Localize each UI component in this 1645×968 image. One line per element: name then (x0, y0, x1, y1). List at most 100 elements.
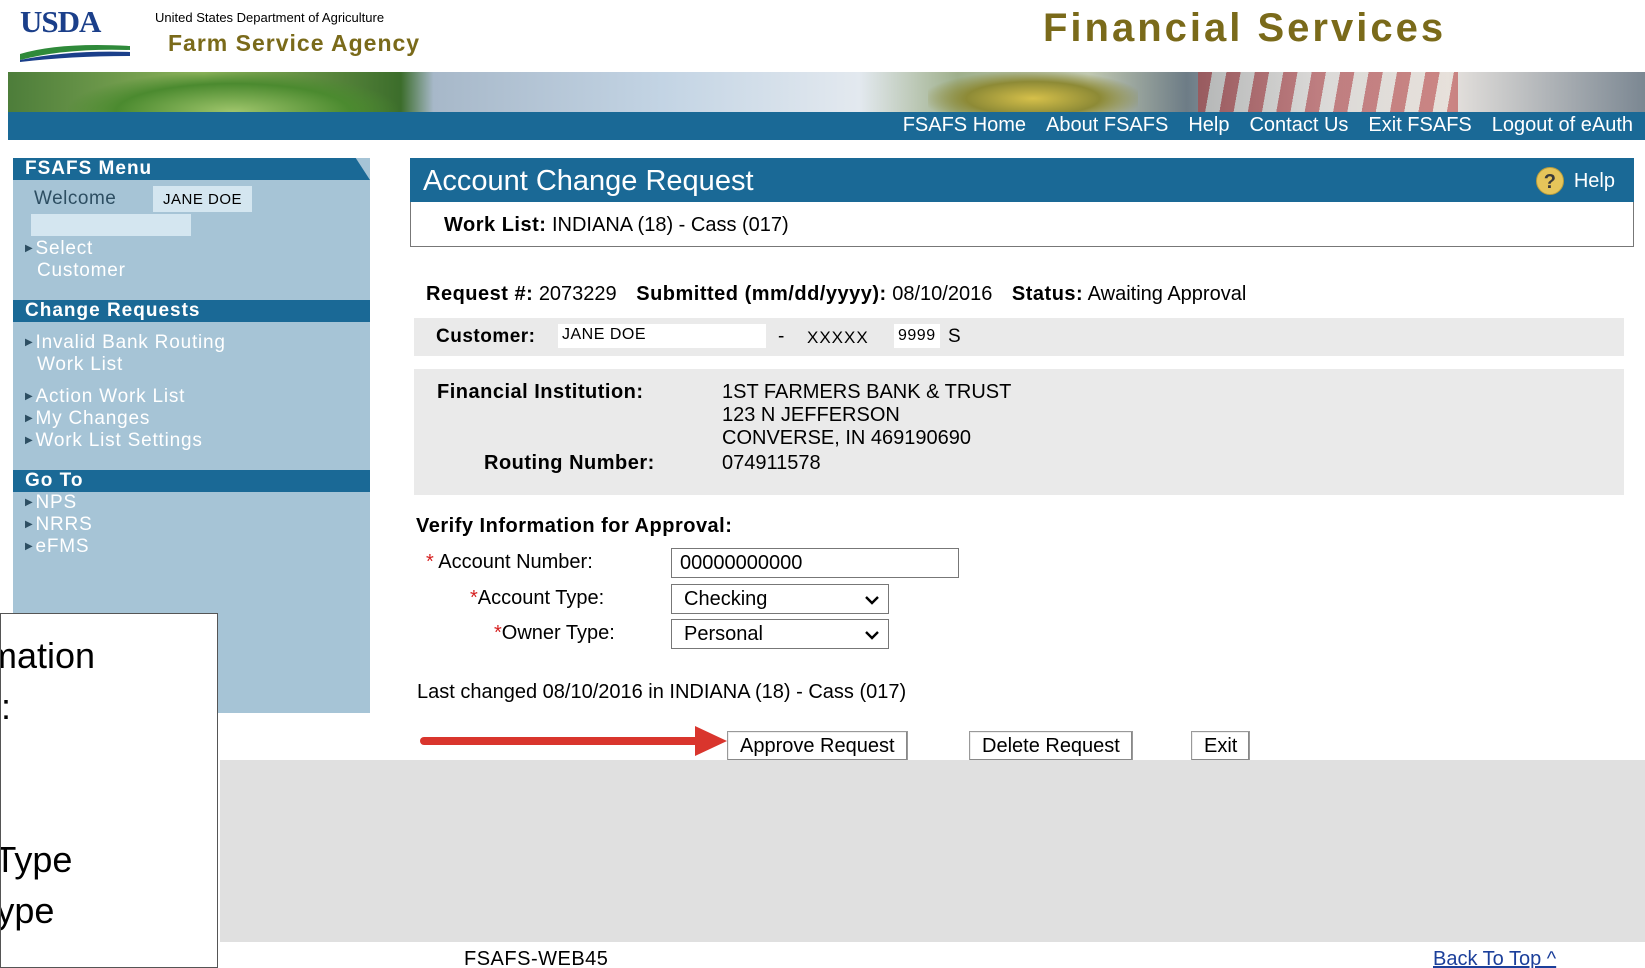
request-summary: Request #: 2073229 Submitted (mm/dd/yyyy… (426, 283, 1246, 306)
owner-type-value: Personal (684, 623, 763, 645)
delete-request-button[interactable]: Delete Request (969, 731, 1133, 761)
callout-line: val: (1, 686, 12, 727)
sidebar-item-action-work-list[interactable]: ▶ Action Work List (13, 386, 370, 408)
last-changed-text: Last changed 08/10/2016 in INDIANA (18) … (417, 681, 907, 703)
financial-institution-label: Financial Institution: (437, 381, 644, 403)
triangle-right-icon: ▶ (25, 435, 34, 446)
account-number-input[interactable] (671, 548, 959, 578)
owner-type-label: Owner Type: (501, 622, 615, 644)
owner-type-select[interactable]: Personal (671, 619, 889, 649)
account-type-value: Checking (684, 588, 768, 610)
account-type-label: Account Type: (477, 587, 605, 609)
customer-name: JANE DOE (558, 324, 766, 348)
triangle-right-icon: ▶ (25, 337, 34, 348)
help-button[interactable]: ? Help (1535, 167, 1615, 195)
routing-number: 074911578 (722, 452, 821, 474)
triangle-right-icon: ▶ (25, 497, 34, 508)
customer-row: Customer: JANE DOE - XXXXX 9999 S (414, 318, 1624, 356)
account-type-label-row: *Account Type: (470, 587, 604, 610)
chevron-down-icon (865, 596, 879, 605)
status-value: Awaiting Approval (1087, 283, 1247, 305)
sidebar-item-my-changes[interactable]: ▶ My Changes (13, 408, 370, 430)
nav-link-exit[interactable]: Exit FSAFS (1368, 114, 1471, 137)
page-title: Account Change Request (423, 165, 754, 197)
callout-line: r Type (1, 890, 55, 931)
financial-institution-box: Financial Institution: 1ST FARMERS BANK … (414, 369, 1624, 495)
help-label: Help (1573, 169, 1615, 192)
request-number: 2073229 (538, 283, 617, 305)
chevron-down-icon (865, 631, 879, 640)
page-title-bar: Account Change Request ? Help (410, 158, 1634, 202)
welcome-block: Welcome JANE DOE (13, 180, 370, 238)
annotation-arrow-shaft (420, 737, 712, 745)
sidebar-change-requests-title: Change Requests (13, 300, 370, 322)
account-number-label: Account Number: (438, 551, 593, 573)
page-code: FSAFS-WEB45 (464, 948, 609, 968)
customer-id-suffix: S (948, 326, 961, 347)
annotation-arrow-icon (695, 726, 727, 756)
customer-id-number: 9999 (894, 324, 940, 348)
sidebar-item-efms[interactable]: ▶ eFMS (13, 536, 370, 558)
sidebar-goto-title: Go To (13, 470, 370, 492)
account-number-label-row: * Account Number: (426, 551, 593, 574)
usda-logo: USDA (20, 4, 101, 39)
triangle-right-icon: ▶ (25, 243, 34, 254)
financial-institution-address1: 123 N JEFFERSON (722, 404, 900, 426)
question-mark-icon: ? (1535, 167, 1564, 195)
page-header: USDA United States Department of Agricul… (8, 0, 1645, 72)
usda-logo-swoosh-icon (20, 45, 130, 62)
customer-masked-id: XXXXX (807, 328, 869, 347)
user-name: JANE DOE (153, 186, 253, 212)
financial-institution-address2: CONVERSE, IN 469190690 (722, 427, 972, 449)
callout-line: ormation (1, 635, 96, 676)
triangle-right-icon: ▶ (25, 519, 34, 530)
customer-label: Customer: (436, 326, 536, 347)
customer-dash: - (778, 326, 786, 347)
financial-institution-name: 1ST FARMERS BANK & TRUST (722, 381, 1012, 403)
user-name-highlight (31, 214, 191, 236)
callout-line: er (1, 783, 95, 834)
banner-bicycle (928, 72, 1138, 116)
callout-line: nt (1, 732, 95, 783)
account-type-select[interactable]: Checking (671, 584, 889, 614)
request-number-label: Request #: (426, 283, 534, 305)
triangle-right-icon: ▶ (25, 413, 34, 424)
welcome-label: Welcome (34, 188, 117, 209)
content-background-band (220, 760, 1645, 942)
sidebar-menu-title: FSAFS Menu (13, 158, 370, 180)
routing-number-label: Routing Number: (484, 452, 655, 474)
nav-link-home[interactable]: FSAFS Home (903, 114, 1026, 137)
approve-request-button[interactable]: Approve Request (727, 731, 908, 761)
verify-heading: Verify Information for Approval: (416, 515, 733, 537)
banner-market (1198, 72, 1458, 116)
required-marker: * (426, 551, 434, 573)
sidebar-item-select-customer[interactable]: ▶ Select Customer (13, 238, 370, 282)
callout-line: nt Type (0, 839, 73, 880)
app-title: Financial Services (1043, 6, 1447, 50)
nav-link-help[interactable]: Help (1188, 114, 1229, 137)
nav-link-logout[interactable]: Logout of eAuth (1492, 114, 1633, 137)
submitted-label: Submitted (mm/dd/yyyy): (636, 283, 887, 305)
required-marker: * (470, 587, 478, 609)
annotation-callout-box: ormation val: nt er nt Type r Type (0, 613, 218, 968)
work-list-box: Work List: INDIANA (18) - Cass (017) (410, 202, 1634, 247)
department-name: United States Department of Agriculture (155, 10, 385, 25)
page-footer: FSAFS-WEB45 Back To Top ^ (0, 942, 1645, 968)
back-to-top-link[interactable]: Back To Top ^ (1433, 948, 1556, 968)
status-label: Status: (1011, 283, 1084, 305)
owner-type-label-row: *Owner Type: (494, 622, 615, 645)
banner-leaf (68, 72, 398, 116)
sidebar-item-nps[interactable]: ▶ NPS (13, 492, 370, 514)
nav-link-about[interactable]: About FSAFS (1046, 114, 1168, 137)
required-marker: * (494, 622, 502, 644)
submitted-date: 08/10/2016 (892, 283, 993, 305)
sidebar-item-invalid-bank-routing[interactable]: ▶ Invalid Bank Routing Work List (13, 332, 370, 376)
nav-link-contact[interactable]: Contact Us (1249, 114, 1348, 137)
work-list-label: Work List: (444, 214, 547, 236)
exit-button[interactable]: Exit (1191, 731, 1251, 761)
header-banner-image (8, 72, 1645, 116)
sidebar-item-nrrs[interactable]: ▶ NRRS (13, 514, 370, 536)
sidebar-item-work-list-settings[interactable]: ▶ Work List Settings (13, 430, 370, 452)
triangle-right-icon: ▶ (25, 541, 34, 552)
top-navbar: FSAFS Home About FSAFS Help Contact Us E… (8, 112, 1645, 140)
